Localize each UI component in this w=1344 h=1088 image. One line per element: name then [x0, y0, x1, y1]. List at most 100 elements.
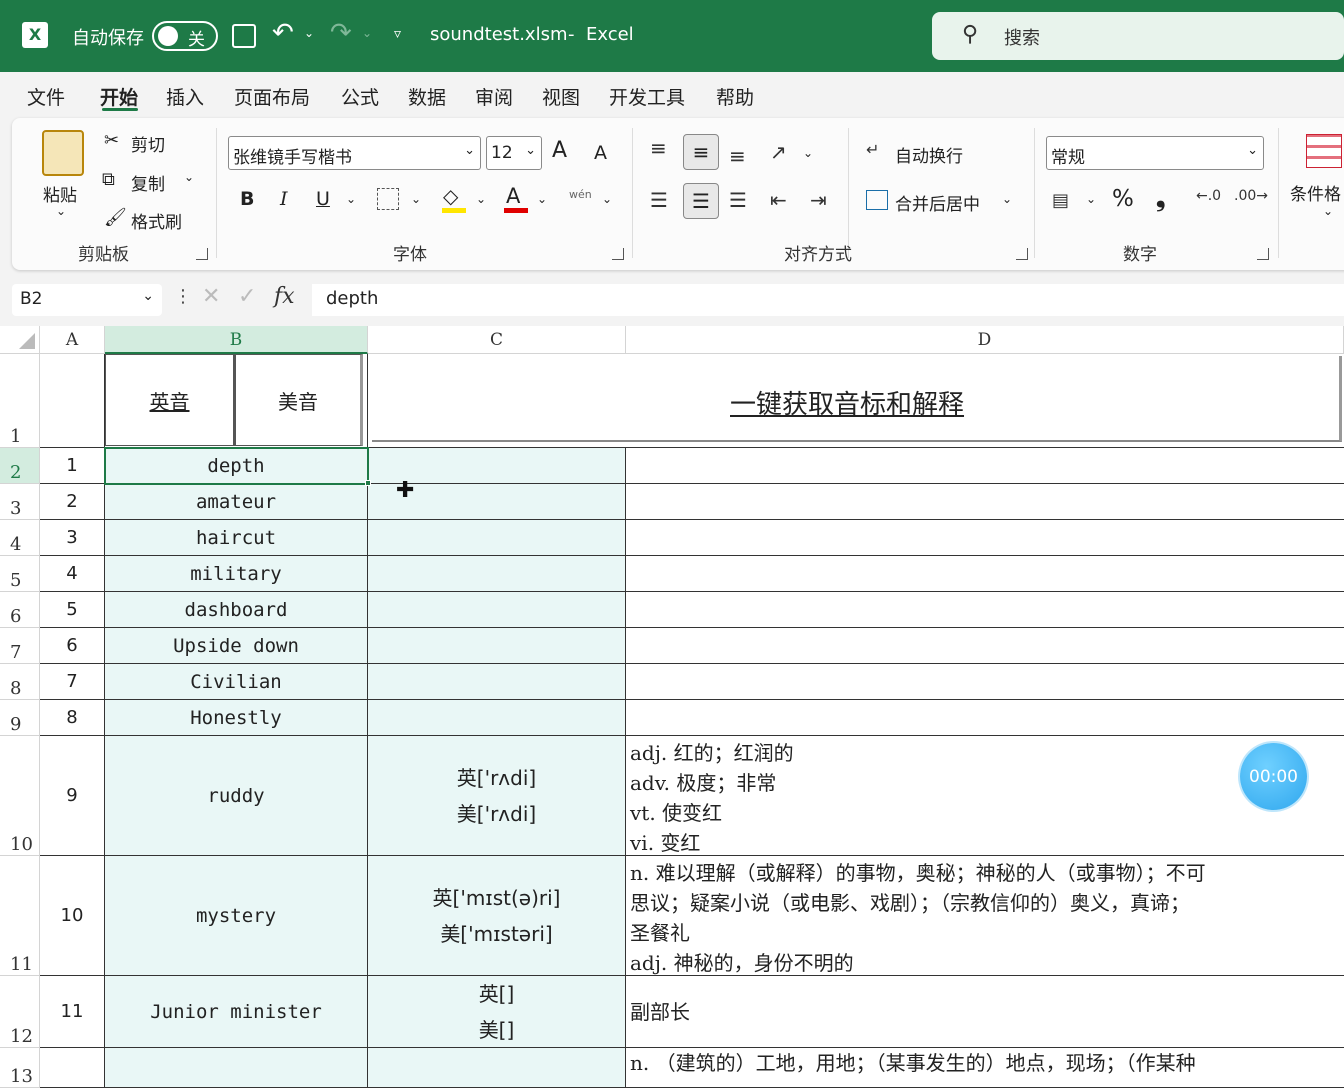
recording-timer[interactable]: 00:00: [1240, 743, 1307, 810]
word-cell[interactable]: Upside down: [105, 628, 368, 664]
tab-file[interactable]: 文件: [27, 83, 65, 110]
table-cell-a[interactable]: 8: [40, 700, 105, 736]
tab-review[interactable]: 审阅: [475, 83, 513, 110]
font-color-button[interactable]: A: [506, 184, 520, 208]
italic-button[interactable]: I: [280, 188, 288, 210]
customize-toolbar-icon[interactable]: ▿: [394, 26, 401, 42]
font-launcher-icon[interactable]: [612, 248, 624, 260]
borders-icon[interactable]: [377, 188, 399, 210]
phonetic-cell[interactable]: 英['mɪst(ə)ri] 美['mɪstəri]: [368, 856, 626, 976]
cancel-icon[interactable]: ✕: [202, 284, 220, 309]
table-cell-c[interactable]: [368, 1048, 626, 1088]
orientation-icon[interactable]: ↗: [770, 140, 787, 164]
font-color-dropdown-icon[interactable]: ⌄: [537, 192, 547, 206]
column-header-d[interactable]: D: [626, 326, 1344, 354]
phonetic-button[interactable]: wén: [569, 188, 592, 201]
tab-data[interactable]: 数据: [408, 83, 446, 110]
align-middle-button[interactable]: ≡: [683, 134, 719, 170]
redo-icon[interactable]: ↷: [330, 18, 352, 48]
header-cell-cd1[interactable]: 一键获取音标和解释: [368, 354, 1344, 448]
underline-dropdown-icon[interactable]: ⌄: [346, 192, 356, 206]
row-header-6[interactable]: 6: [0, 592, 40, 628]
decrease-indent-icon[interactable]: ⇤: [770, 188, 787, 212]
row-header-1[interactable]: 1: [0, 354, 40, 448]
definition-cell[interactable]: adj. 红的；红润的 adv. 极度；非常 vt. 使变红 vi. 变红: [626, 736, 1344, 856]
paste-icon[interactable]: [42, 130, 84, 176]
phonetic-cell[interactable]: 英[] 美[]: [368, 976, 626, 1048]
alignment-launcher-icon[interactable]: [1016, 248, 1028, 260]
phonetic-cell[interactable]: [368, 592, 626, 628]
cut-button[interactable]: 剪切: [131, 131, 165, 156]
orientation-dropdown-icon[interactable]: ⌄: [803, 146, 813, 160]
row-header-4[interactable]: 4: [0, 520, 40, 556]
definition-cell[interactable]: [626, 520, 1344, 556]
table-cell-a[interactable]: 11: [40, 976, 105, 1048]
definition-cell[interactable]: [626, 664, 1344, 700]
copy-button[interactable]: 复制: [131, 170, 165, 195]
word-cell[interactable]: Civilian: [105, 664, 368, 700]
word-cell[interactable]: mystery: [105, 856, 368, 976]
row-header-9[interactable]: 9: [0, 700, 40, 736]
definition-cell[interactable]: [626, 628, 1344, 664]
table-cell-a[interactable]: 1: [40, 448, 105, 484]
accounting-dropdown-icon[interactable]: ⌄: [1086, 192, 1096, 206]
decrease-decimal-icon[interactable]: .00→: [1234, 188, 1268, 204]
column-header-a[interactable]: A: [40, 326, 105, 354]
table-cell-a[interactable]: [40, 1048, 105, 1088]
align-bottom-icon[interactable]: ≡: [729, 144, 746, 168]
table-cell-a[interactable]: 5: [40, 592, 105, 628]
phonetic-cell[interactable]: [368, 520, 626, 556]
phonetic-cell[interactable]: [368, 628, 626, 664]
number-launcher-icon[interactable]: [1257, 248, 1269, 260]
number-format-select[interactable]: 常规 ⌄: [1046, 136, 1264, 170]
row-header-13[interactable]: 13: [0, 1048, 40, 1088]
bold-button[interactable]: B: [240, 188, 254, 210]
tab-view[interactable]: 视图: [542, 83, 580, 110]
table-cell-a[interactable]: 4: [40, 556, 105, 592]
tab-home[interactable]: 开始: [100, 83, 138, 110]
column-header-b[interactable]: B: [105, 326, 368, 354]
percent-button[interactable]: %: [1112, 186, 1134, 212]
phonetic-cell[interactable]: [368, 556, 626, 592]
row-header-10[interactable]: 10: [0, 736, 40, 856]
grow-font-button[interactable]: A: [552, 138, 567, 163]
fill-color-icon[interactable]: ◇: [443, 184, 458, 208]
word-cell[interactable]: amateur: [105, 484, 368, 520]
table-cell-b[interactable]: [105, 1048, 368, 1088]
undo-dropdown-icon[interactable]: ⌄: [304, 26, 314, 40]
row-header-12[interactable]: 12: [0, 976, 40, 1048]
table-cell-a[interactable]: 6: [40, 628, 105, 664]
phonetic-cell[interactable]: 英['rʌdi] 美['rʌdi]: [368, 736, 626, 856]
header-cell-a1[interactable]: [40, 354, 105, 448]
word-cell[interactable]: Junior minister: [105, 976, 368, 1048]
definition-cell[interactable]: [626, 592, 1344, 628]
definition-cell[interactable]: [626, 700, 1344, 736]
fill-handle[interactable]: [365, 480, 371, 486]
undo-icon[interactable]: ↶: [272, 18, 294, 48]
row-header-7[interactable]: 7: [0, 628, 40, 664]
tab-insert[interactable]: 插入: [166, 83, 204, 110]
copy-dropdown-icon[interactable]: ⌄: [184, 170, 194, 184]
word-cell[interactable]: military: [105, 556, 368, 592]
enter-icon[interactable]: ✓: [238, 284, 256, 309]
tab-formulas[interactable]: 公式: [341, 83, 379, 110]
phonetic-cell[interactable]: [368, 664, 626, 700]
row-header-5[interactable]: 5: [0, 556, 40, 592]
paste-dropdown-icon[interactable]: ⌄: [56, 204, 66, 218]
fill-dropdown-icon[interactable]: ⌄: [476, 192, 486, 206]
search-box[interactable]: ⚲ 搜索: [932, 12, 1344, 60]
more-options-icon[interactable]: ⋮: [174, 286, 192, 307]
shrink-font-button[interactable]: A: [594, 142, 607, 164]
table-cell-d[interactable]: n. （建筑的）工地，用地；（某事发生的）地点，现场；（作某种: [626, 1048, 1344, 1088]
word-cell[interactable]: haircut: [105, 520, 368, 556]
wrap-text-button[interactable]: 自动换行: [895, 142, 963, 167]
align-center-button[interactable]: ☰: [683, 183, 719, 219]
font-name-select[interactable]: 张维镜手写楷书 ⌄: [228, 136, 481, 170]
definition-cell[interactable]: 副部长: [626, 976, 1344, 1048]
phonetic-dropdown-icon[interactable]: ⌄: [602, 192, 612, 206]
autosave-toggle[interactable]: 关: [152, 21, 218, 51]
british-label[interactable]: 英音: [150, 386, 190, 415]
merge-dropdown-icon[interactable]: ⌄: [1002, 192, 1012, 206]
increase-indent-icon[interactable]: ⇥: [810, 188, 827, 212]
conditional-format-icon[interactable]: [1306, 134, 1342, 168]
